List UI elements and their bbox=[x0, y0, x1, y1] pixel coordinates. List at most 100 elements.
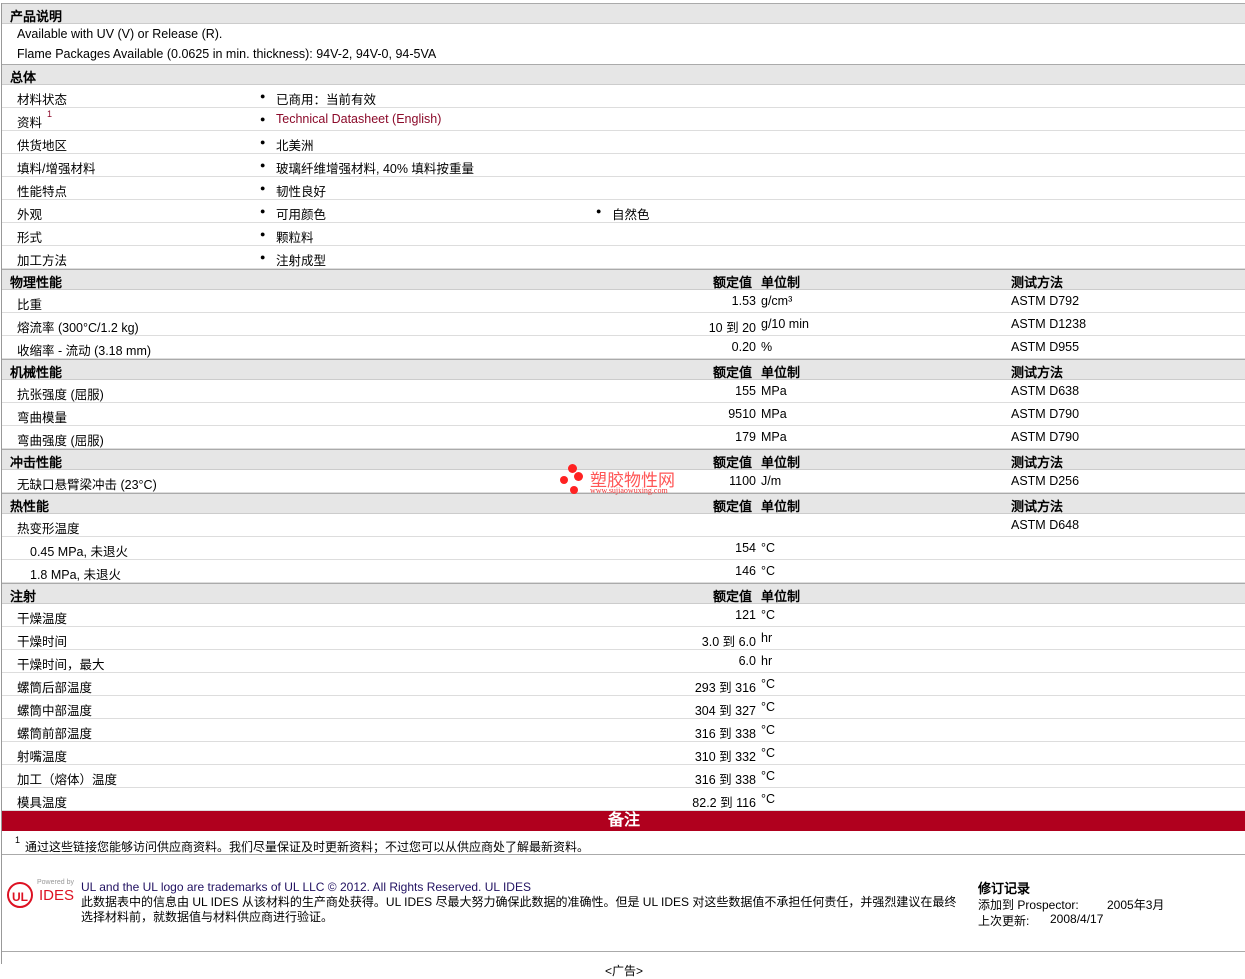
table-row: 加工方法 ● 注射成型 bbox=[2, 246, 1245, 269]
bullet-icon: ● bbox=[260, 91, 266, 101]
property-unit: °C bbox=[761, 746, 776, 760]
added-label: 添加到 Prospector: bbox=[978, 898, 1079, 912]
logo-powered: Powered by bbox=[37, 879, 74, 886]
property-label: 性能特点 bbox=[17, 185, 68, 199]
table-row: 热变形温度 ASTM D648 bbox=[2, 514, 1245, 537]
footer: UL Powered by IDES UL and the UL logo are t… bbox=[2, 875, 1245, 952]
property-label: 熔流率 (300°C/1.2 kg) bbox=[17, 321, 139, 335]
property-label: 弯曲强度 (屈服) bbox=[17, 434, 104, 448]
property-value: 154 bbox=[735, 541, 756, 555]
table-row: 加工（熔体）温度 316 到 338 °C bbox=[2, 765, 1245, 788]
table-row: 收缩率 - 流动 (3.18 mm) 0.20% ASTM D955 bbox=[2, 336, 1245, 359]
property-label: 材料状态 bbox=[17, 93, 68, 107]
watermark: 塑胶物性网 www.sujiaowuxing.com bbox=[560, 464, 690, 500]
column-header-unit: 单位制 bbox=[761, 499, 801, 514]
table-row: 填料/增强材料 ● 玻璃纤维增强材料, 40% 填料按重量 bbox=[2, 154, 1245, 177]
property-label: 干燥时间 bbox=[17, 635, 68, 649]
added-value: 2005年3月 bbox=[1107, 898, 1165, 912]
table-row: 形式 ● 颗粒料 bbox=[2, 223, 1245, 246]
property-unit: °C bbox=[761, 608, 776, 622]
trademark-text: UL and the UL logo are trademarks of UL … bbox=[81, 880, 531, 894]
column-header-method: 测试方法 bbox=[1011, 275, 1064, 290]
property-label: 无缺口悬臂梁冲击 (23°C) bbox=[17, 478, 157, 492]
table-row: 熔流率 (300°C/1.2 kg) 10 到 20 g/10 min ASTM D1… bbox=[2, 313, 1245, 336]
property-value: 155 bbox=[735, 384, 756, 398]
test-method: ASTM D638 bbox=[1011, 384, 1080, 398]
bullet-icon: ● bbox=[260, 183, 266, 193]
test-method: ASTM D256 bbox=[1011, 474, 1080, 488]
property-unit: J/m bbox=[761, 474, 782, 488]
property-value: 146 bbox=[735, 564, 756, 578]
property-value: 韧性良好 bbox=[276, 185, 327, 199]
bullet-icon: ● bbox=[260, 137, 266, 147]
column-header-unit: 单位制 bbox=[761, 455, 801, 470]
footnote-ref: 1 bbox=[47, 109, 53, 119]
table-row: 螺筒前部温度 316 到 338 °C bbox=[2, 719, 1245, 742]
property-label: 1.8 MPa, 未退火 bbox=[30, 568, 121, 582]
table-row: 1.8 MPa, 未退火 146 °C bbox=[2, 560, 1245, 583]
property-unit: hr bbox=[761, 654, 773, 668]
property-unit: °C bbox=[761, 700, 776, 714]
property-label: 弯曲模量 bbox=[17, 411, 68, 425]
table-row: 0.45 MPa, 未退火 154 °C bbox=[2, 537, 1245, 560]
test-method: ASTM D648 bbox=[1011, 518, 1080, 532]
property-unit: °C bbox=[761, 541, 776, 555]
table-row: 螺筒后部温度 293 到 316 °C bbox=[2, 673, 1245, 696]
description-text: Available with UV (V) or Release (R). bbox=[17, 27, 223, 41]
column-header-value: 额定值 bbox=[713, 499, 753, 514]
bullet-icon: ● bbox=[260, 114, 266, 124]
property-label: 抗张强度 (屈服) bbox=[17, 388, 104, 402]
test-method: ASTM D790 bbox=[1011, 407, 1080, 421]
property-unit: °C bbox=[761, 677, 776, 691]
property-value: 已商用：当前有效 bbox=[276, 93, 377, 107]
property-unit: °C bbox=[761, 792, 776, 806]
section-title: 冲击性能 bbox=[10, 455, 63, 470]
property-unit: MPa bbox=[761, 430, 787, 444]
table-row: 资料 1 ● Technical Datasheet (English) bbox=[2, 108, 1245, 131]
table-row: 供货地区 ● 北美洲 bbox=[2, 131, 1245, 154]
property-label: 比重 bbox=[17, 298, 43, 312]
watermark-url: www.sujiaowuxing.com bbox=[590, 486, 668, 495]
table-row: 模具温度 82.2 到 116 °C bbox=[2, 788, 1245, 811]
property-unit: hr bbox=[761, 631, 773, 645]
column-header-unit: 单位制 bbox=[761, 589, 801, 604]
column-header-value: 额定值 bbox=[713, 365, 753, 380]
property-value: 1.53 bbox=[731, 294, 756, 308]
column-header-value: 额定值 bbox=[713, 275, 753, 290]
section-header-general: 总体 bbox=[2, 64, 1245, 85]
property-unit: MPa bbox=[761, 407, 787, 421]
property-label: 干燥温度 bbox=[17, 612, 68, 626]
table-row: 性能特点 ● 韧性良好 bbox=[2, 177, 1245, 200]
property-value: 北美洲 bbox=[276, 139, 314, 153]
property-unit: g/10 min bbox=[761, 317, 809, 331]
property-label: 资料 bbox=[17, 116, 43, 130]
section-title: 物理性能 bbox=[10, 275, 63, 290]
datasheet-link[interactable]: Technical Datasheet (English) bbox=[276, 112, 441, 126]
property-value: 玻璃纤维增强材料, 40% 填料按重量 bbox=[276, 162, 474, 176]
table-row: 射嘴温度 310 到 332 °C bbox=[2, 742, 1245, 765]
column-header-value: 额定值 bbox=[713, 589, 753, 604]
property-value: 颗粒料 bbox=[276, 231, 314, 245]
property-value: 316 到 338 bbox=[694, 727, 756, 741]
test-method: ASTM D1238 bbox=[1011, 317, 1087, 331]
disclaimer-text: 此数据表中的信息由 UL IDES 从该材料的生产商处获得。UL IDES 尽最… bbox=[81, 895, 957, 924]
section-header-injection: 注射 额定值 单位制 bbox=[2, 583, 1245, 604]
test-method: ASTM D790 bbox=[1011, 430, 1080, 444]
notes-footnote: 1 通过这些链接您能够访问供应商资料。我们尽量保证及时更新资料；不过您可以从供应商… bbox=[2, 831, 1245, 855]
property-value: 6.0 bbox=[738, 654, 756, 668]
bullet-icon: ● bbox=[596, 206, 602, 216]
property-value: 可用颜色 bbox=[276, 208, 327, 222]
revision-title: 修订记录 bbox=[978, 881, 1031, 896]
test-method: ASTM D955 bbox=[1011, 340, 1080, 354]
table-row: 弯曲模量 9510 MPa ASTM D790 bbox=[2, 403, 1245, 426]
section-header-mechanical: 机械性能 额定值 单位制 测试方法 bbox=[2, 359, 1245, 380]
property-unit: °C bbox=[761, 723, 776, 737]
property-label: 螺筒后部温度 bbox=[17, 681, 93, 695]
property-label: 供货地区 bbox=[17, 139, 68, 153]
ad-label: <广告> bbox=[604, 964, 644, 978]
column-header-method: 测试方法 bbox=[1011, 365, 1064, 380]
table-row: 材料状态 ● 已商用：当前有效 bbox=[2, 85, 1245, 108]
property-value: 10 到 20 bbox=[708, 321, 756, 335]
property-label: 螺筒前部温度 bbox=[17, 727, 93, 741]
property-value: 121 bbox=[735, 608, 756, 622]
